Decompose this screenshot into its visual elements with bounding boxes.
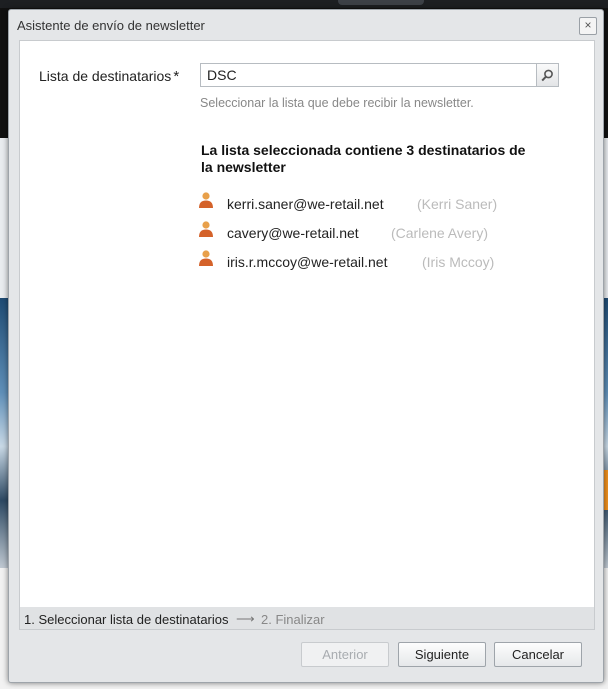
next-button[interactable]: Siguiente [398,642,486,667]
user-icon [199,221,213,237]
top-bar [0,0,608,8]
search-button[interactable] [537,63,559,87]
recipient-email: iris.r.mccoy@we-retail.net [227,254,388,270]
recipient-email: cavery@we-retail.net [227,225,359,241]
top-bar-notch [338,0,424,5]
recipient-name: (Carlene Avery) [391,225,489,241]
previous-button[interactable]: Anterior [301,642,389,667]
newsletter-wizard-dialog: Asistente de envío de newsletter × Lista… [8,9,604,683]
dialog-titlebar: Asistente de envío de newsletter × [9,10,603,40]
dialog-title: Asistente de envío de newsletter [17,18,205,33]
recipient-list-label-text: Lista de destinatarios [39,68,172,84]
recipient-name: (Kerri Saner) [417,196,498,212]
arrow-right-icon: ⟶ [236,611,255,626]
step-select-list: 1. Seleccionar lista de destinatarios [24,612,229,627]
recipient-count-heading: La lista seleccionada contiene 3 destina… [201,142,526,175]
recipient-list-label: Lista de destinatarios * [39,68,179,85]
user-icon [199,250,213,266]
recipient-name: (Iris Mccoy) [422,254,495,270]
step-finish: 2. Finalizar [261,612,325,627]
close-icon: × [584,18,592,32]
wizard-steps-bar: 1. Seleccionar lista de destinatarios ⟶ … [19,607,595,630]
cancel-button[interactable]: Cancelar [494,642,582,667]
recipient-list-input[interactable] [200,63,537,87]
user-icon [199,192,213,208]
search-icon [541,69,553,82]
required-marker: * [173,68,180,85]
recipient-email: kerri.saner@we-retail.net [227,196,384,212]
dialog-body: Lista de destinatarios* Seleccionar la l… [19,40,595,609]
recipient-list-hint: Seleccionar la lista que debe recibir la… [200,96,474,110]
close-button[interactable]: × [579,17,597,35]
